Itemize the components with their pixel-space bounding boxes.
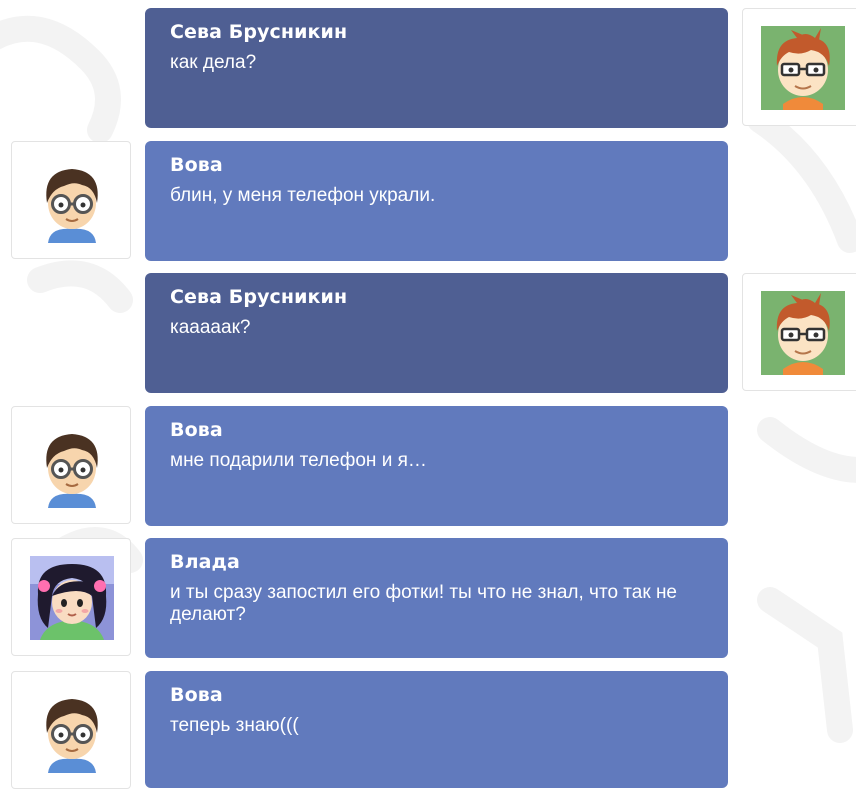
vlada-avatar-icon — [30, 556, 114, 640]
vova-avatar-icon — [30, 424, 114, 508]
message-row: Вова блин, у меня телефон украли. — [0, 141, 856, 261]
seva-avatar-icon — [761, 26, 845, 110]
message-row: Вова мне подарили телефон и я… — [0, 406, 856, 526]
message-row: Сева Брусникин кааааак? — [0, 273, 856, 393]
message-bubble: Вова мне подарили телефон и я… — [145, 406, 728, 526]
message-bubble: Вова теперь знаю((( — [145, 671, 728, 788]
avatar-frame[interactable] — [11, 538, 131, 656]
chat-thread: Сева Брусникин как дела? Вова блин, у ме… — [0, 0, 856, 791]
message-sender: Вова — [170, 684, 223, 706]
message-bubble: Сева Брусникин как дела? — [145, 8, 728, 128]
vova-avatar-icon — [30, 159, 114, 243]
message-text: и ты сразу запостил его фотки! ты что не… — [170, 582, 677, 625]
message-sender: Влада — [170, 551, 240, 573]
message-text: как дела? — [170, 52, 257, 73]
message-row: Вова теперь знаю((( — [0, 671, 856, 791]
message-sender: Вова — [170, 419, 223, 441]
avatar-frame[interactable] — [11, 141, 131, 259]
message-bubble: Влада и ты сразу запостил его фотки! ты … — [145, 538, 728, 658]
message-bubble: Сева Брусникин кааааак? — [145, 273, 728, 393]
message-sender: Вова — [170, 154, 223, 176]
avatar-frame[interactable] — [742, 273, 856, 391]
seva-avatar-icon — [761, 291, 845, 375]
message-row: Сева Брусникин как дела? — [0, 8, 856, 128]
message-sender: Сева Брусникин — [170, 21, 348, 43]
message-text: теперь знаю((( — [170, 715, 299, 736]
message-text: мне подарили телефон и я… — [170, 450, 427, 471]
vova-avatar-icon — [30, 689, 114, 773]
message-bubble: Вова блин, у меня телефон украли. — [145, 141, 728, 261]
message-row: Влада и ты сразу запостил его фотки! ты … — [0, 538, 856, 658]
avatar-frame[interactable] — [11, 671, 131, 789]
avatar-frame[interactable] — [11, 406, 131, 524]
message-text: кааааак? — [170, 317, 251, 338]
message-text: блин, у меня телефон украли. — [170, 185, 436, 206]
message-sender: Сева Брусникин — [170, 286, 348, 308]
avatar-frame[interactable] — [742, 8, 856, 126]
